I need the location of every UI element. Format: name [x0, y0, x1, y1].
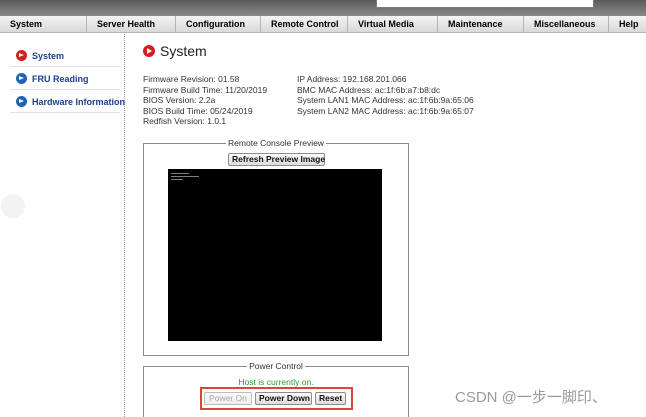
host-status: Host is currently on.: [238, 377, 314, 387]
firmware-info: Firmware Revision: 01.58 Firmware Build …: [143, 74, 267, 127]
sidebar-item-hardware-information[interactable]: Hardware Information: [10, 91, 125, 113]
system-lan2-mac: System LAN2 MAC Address: ac:1f:6b:9a:65:…: [297, 105, 474, 116]
sidebar-item-label: Hardware Information: [32, 96, 126, 107]
sidebar-item-system[interactable]: System: [10, 45, 120, 67]
bios-build-time: BIOS Build Time: 05/24/2019: [143, 105, 253, 116]
top-banner-box: [376, 0, 594, 8]
redfish-version: Redfish Version: 1.0.1: [143, 116, 227, 127]
sidebar-item-label: FRU Reading: [32, 73, 89, 84]
refresh-preview-button[interactable]: Refresh Preview Image: [228, 153, 325, 166]
nav-configuration[interactable]: Configuration: [176, 16, 261, 33]
nav-virtual-media[interactable]: Virtual Media: [348, 16, 438, 33]
nav-miscellaneous[interactable]: Miscellaneous: [524, 16, 609, 33]
power-down-button[interactable]: Power Down: [255, 392, 312, 405]
sidebar-scroll-handle[interactable]: [1, 194, 25, 218]
ip-address: IP Address: 192.168.201.066: [297, 74, 407, 84]
reset-button[interactable]: Reset: [315, 392, 346, 405]
nav-help[interactable]: Help: [609, 16, 646, 33]
firmware-build-time: Firmware Build Time: 11/20/2019: [143, 84, 268, 95]
red-arrow-circle-icon: [143, 45, 155, 57]
system-lan1-mac: System LAN1 MAC Address: ac:1f:6b:9a:65:…: [297, 95, 474, 106]
console-preview-image: [168, 169, 382, 341]
console-text-lines: [171, 173, 199, 182]
nav-remote-control[interactable]: Remote Control: [261, 16, 348, 33]
red-arrow-circle-icon: [16, 50, 27, 61]
blue-arrow-circle-icon: [16, 73, 27, 84]
page-title: System: [143, 43, 207, 59]
main-nav: System Server Health Configuration Remot…: [0, 16, 646, 33]
watermark: CSDN @一步一脚印、: [455, 389, 607, 406]
firmware-revision: Firmware Revision: 01.58: [143, 74, 240, 84]
network-info: IP Address: 192.168.201.066 BMC MAC Addr…: [297, 74, 474, 116]
power-control-legend: Power Control: [144, 361, 408, 372]
nav-server-health[interactable]: Server Health: [87, 16, 176, 33]
power-on-button[interactable]: Power On: [204, 392, 252, 405]
sidebar-item-fru-reading[interactable]: FRU Reading: [10, 68, 120, 90]
sidebar-item-label: System: [32, 50, 65, 61]
nav-system[interactable]: System: [0, 16, 87, 33]
blue-arrow-circle-icon: [16, 96, 27, 107]
page-title-text: System: [160, 43, 207, 59]
remote-console-legend: Remote Console Preview: [144, 138, 408, 149]
nav-maintenance[interactable]: Maintenance: [438, 16, 524, 33]
remote-console-legend-text: Remote Console Preview: [226, 138, 326, 148]
power-control-legend-text: Power Control: [247, 361, 305, 371]
top-banner: [0, 0, 646, 16]
bios-version: BIOS Version: 2.2a: [143, 95, 216, 106]
bmc-mac-address: BMC MAC Address: ac:1f:6b:a7:b8:dc: [297, 84, 441, 95]
sidebar: System FRU Reading Hardware Information: [0, 34, 125, 417]
